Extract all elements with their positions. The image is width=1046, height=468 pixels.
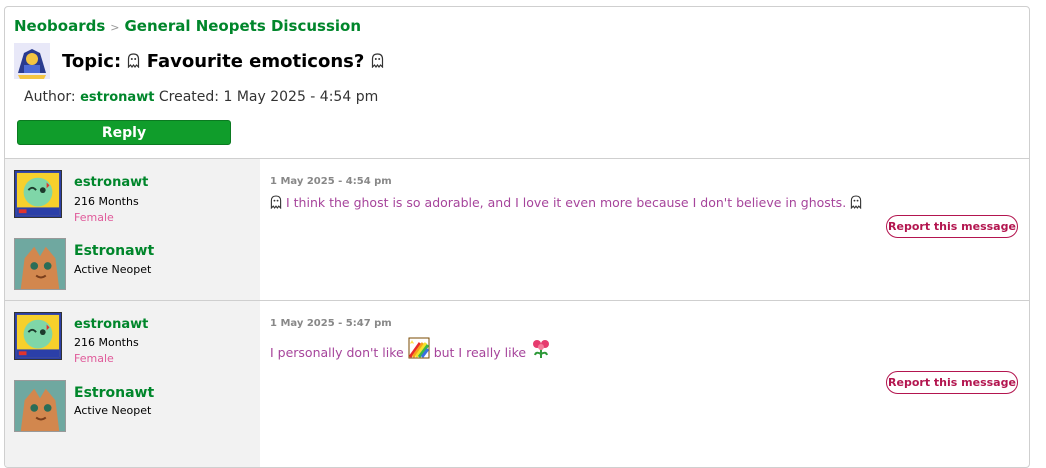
post-username[interactable]: estronawt	[74, 317, 148, 332]
topic-title-text: Favourite emoticons?	[146, 51, 365, 72]
pet-image[interactable]	[14, 380, 66, 432]
ghost-emoticon-icon	[850, 195, 862, 209]
reply-button[interactable]: Reply	[17, 120, 231, 145]
post-user-gender: Female	[74, 211, 114, 224]
post-pet-name[interactable]: Estronawt	[74, 385, 154, 401]
ghost-emoticon-icon	[128, 53, 140, 68]
post-message-text-part1: I personally don't like	[270, 345, 404, 360]
topic-title: Topic: Favourite emoticons?	[62, 51, 384, 72]
post-pet-status: Active Neopet	[74, 263, 152, 276]
post-message: I think the ghost is so adorable, and I …	[270, 195, 862, 210]
post-timestamp: 1 May 2025 - 5:47 pm	[270, 318, 392, 329]
post-pet-status: Active Neopet	[74, 404, 152, 417]
post-message: I personally don't like but I really lik…	[270, 337, 552, 360]
post-1: estronawt 216 Months Female Estronawt Ac…	[5, 158, 1029, 301]
post-2: estronawt 216 Months Female Estronawt Ac…	[5, 300, 1029, 467]
created-label: Created:	[158, 89, 220, 105]
flower-emoticon-icon	[533, 340, 550, 358]
pet-image[interactable]	[14, 238, 66, 290]
post-user-months: 216 Months	[74, 195, 139, 208]
ghost-emoticon-icon	[371, 53, 383, 68]
post-user-months: 216 Months	[74, 336, 139, 349]
ghost-emoticon-icon	[270, 195, 282, 209]
user-avatar[interactable]	[14, 170, 62, 218]
post-pet-name[interactable]: Estronawt	[74, 243, 154, 259]
post-message-text: I think the ghost is so adorable, and I …	[285, 195, 847, 210]
board-icon	[14, 43, 50, 79]
user-avatar[interactable]	[14, 312, 62, 360]
topic-author-line: Author: estronawt Created: 1 May 2025 - …	[24, 89, 378, 105]
post-username[interactable]: estronawt	[74, 175, 148, 190]
report-message-button[interactable]: Report this message	[886, 215, 1018, 238]
created-date: 1 May 2025 - 4:54 pm	[223, 89, 379, 105]
rainbow-emoticon-icon	[408, 337, 430, 359]
breadcrumb-separator: >	[110, 21, 120, 34]
topic-prefix: Topic:	[62, 51, 122, 72]
post-timestamp: 1 May 2025 - 4:54 pm	[270, 176, 392, 187]
topic-container: Neoboards > General Neopets Discussion Top…	[4, 6, 1030, 468]
breadcrumb-neoboards-link[interactable]: Neoboards	[14, 17, 105, 35]
breadcrumb: Neoboards > General Neopets Discussion	[14, 17, 361, 35]
post-user-gender: Female	[74, 352, 114, 365]
post-message-text-part2: but I really like	[433, 345, 527, 360]
breadcrumb-board-link[interactable]: General Neopets Discussion	[124, 17, 361, 35]
author-label: Author:	[24, 89, 76, 105]
author-link[interactable]: estronawt	[80, 90, 154, 105]
report-message-button[interactable]: Report this message	[886, 371, 1018, 394]
